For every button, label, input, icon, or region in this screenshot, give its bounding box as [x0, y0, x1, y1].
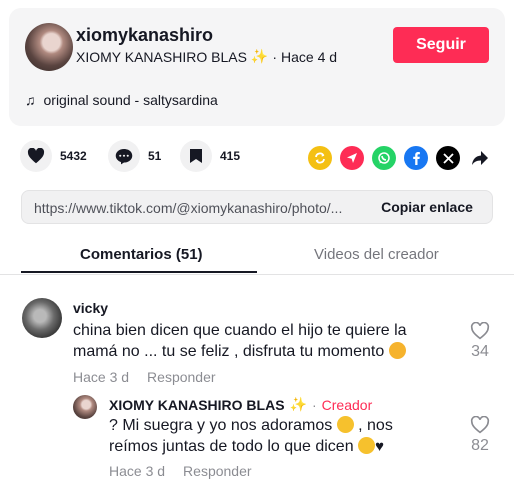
rofl-emoji-icon	[358, 437, 376, 454]
action-bar: 5432 51 415	[20, 140, 500, 176]
sparkles-icon: ✨	[289, 396, 307, 412]
like-count: 5432	[60, 149, 87, 163]
reply-text-line-1: ? Mi suegra y yo nos adoramos , nos	[109, 415, 459, 436]
rofl-emoji-icon	[336, 416, 354, 433]
author-nickname-row: XIOMY KANASHIRO BLAS ✨ · Hace 4 d	[76, 48, 337, 65]
heart-outline-icon[interactable]	[470, 322, 490, 340]
commenter-name[interactable]: vicky	[73, 300, 108, 316]
black-heart-icon: ♥	[375, 438, 384, 455]
creator-badge: Creador	[321, 396, 373, 413]
reply-item: XIOMY KANASHIRO BLAS ✨ · Creador ? Mi su…	[0, 392, 514, 484]
author-nickname[interactable]: XIOMY KANASHIRO BLAS	[76, 49, 247, 65]
comment-like-count: 34	[471, 343, 489, 360]
whatsapp-icon[interactable]	[372, 146, 396, 170]
save-action[interactable]: 415	[180, 140, 240, 172]
comment-text-line: mamá no ... tu se feliz , disfruta tu mo…	[73, 343, 385, 360]
tab-creator-videos[interactable]: Videos del creador	[314, 246, 439, 263]
comment-meta: Hace 3 d Responder	[73, 369, 216, 385]
reply-like-count: 82	[471, 437, 489, 454]
reply-author-row: XIOMY KANASHIRO BLAS ✨ · Creador	[109, 396, 372, 413]
send-icon[interactable]	[340, 146, 364, 170]
music-note-icon: ♫	[25, 92, 36, 108]
active-tab-indicator	[21, 271, 257, 273]
reply-avatar[interactable]	[73, 395, 97, 419]
smiling-hearts-emoji-icon	[388, 342, 406, 359]
share-link-box: https://www.tiktok.com/@xiomykanashiro/p…	[21, 190, 493, 224]
bookmark-icon[interactable]	[180, 140, 212, 172]
reply-button[interactable]: Responder	[183, 463, 252, 479]
heart-outline-icon[interactable]	[470, 416, 490, 434]
comment-like[interactable]: 34	[467, 322, 493, 361]
comment-action[interactable]: 51	[108, 140, 161, 172]
comment-item: vicky china bien dicen que cuando el hij…	[0, 292, 514, 392]
author-avatar[interactable]	[25, 23, 73, 71]
commenter-avatar[interactable]	[22, 298, 62, 338]
reply-text: ? Mi suegra y yo nos adoramos , nos reím…	[109, 415, 459, 457]
reply-text-segment: ? Mi suegra y yo nos adoramos	[109, 417, 333, 434]
share-link-url[interactable]: https://www.tiktok.com/@xiomykanashiro/p…	[34, 200, 364, 216]
sound-title: original sound - saltysardina	[43, 92, 218, 108]
comments-tabs: Comentarios (51) Videos del creador	[0, 238, 514, 275]
post-time: Hace 4 d	[281, 48, 338, 65]
sound-link[interactable]: ♫ original sound - saltysardina	[25, 92, 218, 108]
like-action[interactable]: 5432	[20, 140, 87, 172]
comment-text-line-2: mamá no ... tu se feliz , disfruta tu mo…	[73, 341, 453, 362]
reply-meta: Hace 3 d Responder	[109, 463, 252, 479]
time-separator: ·	[272, 48, 278, 65]
share-arrow-icon[interactable]	[468, 146, 492, 170]
reply-author-name[interactable]: XIOMY KANASHIRO BLAS	[109, 397, 285, 413]
comment-count: 51	[148, 149, 162, 163]
follow-button[interactable]: Seguir	[393, 27, 489, 63]
reply-like[interactable]: 82	[467, 416, 493, 455]
reply-button[interactable]: Responder	[147, 369, 216, 385]
comment-text-line: china bien dicen que cuando el hijo te q…	[73, 322, 407, 339]
sparkles-icon: ✨	[250, 48, 269, 64]
author-username[interactable]: xiomykanashiro	[76, 25, 213, 46]
repost-icon[interactable]	[308, 146, 332, 170]
reply-text-segment: , nos	[358, 417, 393, 434]
reply-text-line-2: reímos juntas de todo lo que dicen ♥	[109, 436, 459, 457]
copy-link-button[interactable]: Copiar enlace	[362, 191, 492, 223]
reply-time: Hace 3 d	[109, 463, 166, 479]
heart-icon[interactable]	[20, 140, 52, 172]
comment-time: Hace 3 d	[73, 369, 130, 385]
x-icon[interactable]	[436, 146, 460, 170]
comment-bubble-icon[interactable]	[108, 140, 140, 172]
separator: ·	[311, 396, 317, 413]
author-card: xiomykanashiro XIOMY KANASHIRO BLAS ✨ · …	[9, 8, 505, 126]
facebook-icon[interactable]	[404, 146, 428, 170]
reply-text-segment: reímos juntas de todo lo que dicen	[109, 438, 354, 455]
tab-comments[interactable]: Comentarios (51)	[80, 246, 203, 263]
save-count: 415	[220, 149, 241, 163]
comment-text: china bien dicen que cuando el hijo te q…	[73, 320, 453, 362]
